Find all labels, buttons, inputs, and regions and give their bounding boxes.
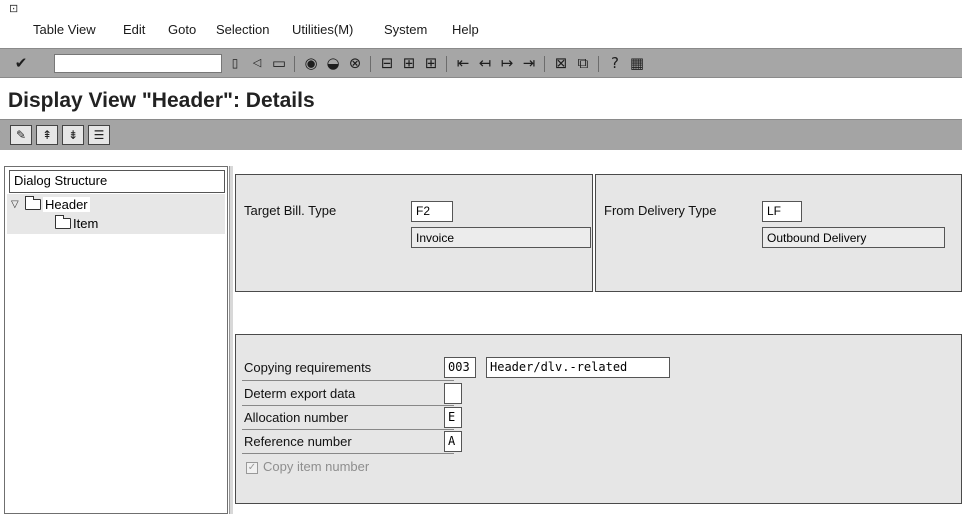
allocation-number-label: Allocation number <box>244 410 349 425</box>
copy-control-group: Copying requirements 003 Header/dlv.-rel… <box>235 334 962 504</box>
cancel-icon[interactable]: ⊗ <box>346 54 364 72</box>
application-toolbar: ✎ ⇞ ⇟ ☰ <box>0 119 962 150</box>
find-icon[interactable]: ⊞ <box>400 54 418 72</box>
target-bill-type-description: Invoice <box>411 227 591 248</box>
exit-icon[interactable]: ◒ <box>324 54 342 72</box>
last-page-icon[interactable]: ⇥ <box>520 54 538 72</box>
menu-bar: ⊡ Table View Edit Goto Selection Utiliti… <box>0 0 962 40</box>
variable-list-icon[interactable]: ☰ <box>88 125 110 145</box>
tree-item-label: Header <box>43 197 90 212</box>
dialog-structure-tree: ▽ Header Item <box>7 194 225 234</box>
from-delivery-type-field[interactable]: LF <box>762 201 802 222</box>
menu-system[interactable]: System <box>384 22 427 37</box>
first-page-icon[interactable]: ⇤ <box>454 54 472 72</box>
command-field[interactable] <box>54 54 222 73</box>
dialog-structure-title: Dialog Structure <box>9 170 225 193</box>
target-bill-type-label: Target Bill. Type <box>244 203 337 218</box>
page-title: Display View "Header": Details <box>8 89 315 112</box>
print-icon[interactable]: ⊟ <box>378 54 396 72</box>
system-menu-icon[interactable]: ⊡ <box>9 3 21 15</box>
previous-page-icon[interactable]: ↤ <box>476 54 494 72</box>
folder-open-icon <box>25 196 41 210</box>
save-icon[interactable]: ▭ <box>270 54 288 72</box>
folder-icon <box>55 215 71 229</box>
next-entry-icon[interactable]: ⇟ <box>62 125 84 145</box>
tree-item-label: Item <box>73 216 99 231</box>
from-delivery-type-description: Outbound Delivery <box>762 227 945 248</box>
find-next-icon[interactable]: ⊞ <box>422 54 440 72</box>
copying-requirements-description: Header/dlv.-related <box>486 357 670 378</box>
toolbar-separator <box>446 56 447 72</box>
system-toolbar: ✔ ▯ ◁ ▭ ◉ ◒ ⊗ ⊟ ⊞ ⊞ ⇤ ↤ ↦ ⇥ ⊠ ⧉ ? ▦ <box>0 48 962 78</box>
copy-item-number-label: Copy item number <box>263 459 370 474</box>
next-page-icon[interactable]: ↦ <box>498 54 516 72</box>
reference-number-label: Reference number <box>244 434 352 449</box>
export-data-label: Determ export data <box>244 386 356 401</box>
help-icon[interactable]: ? <box>606 54 624 72</box>
row-divider <box>242 380 454 381</box>
reference-number-field[interactable]: A <box>444 431 462 452</box>
menu-selection[interactable]: Selection <box>216 22 269 37</box>
toolbar-separator <box>598 56 599 72</box>
menu-utilities[interactable]: Utilities(M) <box>292 22 353 37</box>
new-session-icon[interactable]: ⊠ <box>552 54 570 72</box>
previous-entry-icon[interactable]: ⇞ <box>36 125 58 145</box>
collapse-icon[interactable]: ▽ <box>11 199 25 210</box>
back-arrow-icon[interactable]: ◁ <box>248 54 266 72</box>
from-delivery-type-label: From Delivery Type <box>604 203 717 218</box>
menu-goto[interactable]: Goto <box>168 22 196 37</box>
toolbar-separator <box>544 56 545 72</box>
copying-requirements-label: Copying requirements <box>244 360 372 375</box>
delivery-type-group: From Delivery Type LF Outbound Delivery <box>595 174 962 292</box>
details-area: Target Bill. Type F2 Invoice From Delive… <box>233 166 962 514</box>
toolbar-separator <box>294 56 295 72</box>
menu-table-view[interactable]: Table View <box>33 22 96 37</box>
display-change-icon[interactable]: ✎ <box>10 125 32 145</box>
menu-help[interactable]: Help <box>452 22 479 37</box>
allocation-number-field[interactable]: E <box>444 407 462 428</box>
tree-item-header[interactable]: ▽ Header <box>11 196 90 212</box>
enter-icon[interactable]: ✔ <box>12 54 30 72</box>
shortcut-icon[interactable]: ⧉ <box>574 54 592 72</box>
target-billing-group: Target Bill. Type F2 Invoice <box>235 174 593 292</box>
tree-item-item[interactable]: Item <box>55 215 99 231</box>
dropdown-icon[interactable]: ▯ <box>226 54 244 72</box>
export-data-field[interactable] <box>444 383 462 404</box>
row-divider <box>242 429 454 430</box>
layout-menu-icon[interactable]: ▦ <box>628 54 646 72</box>
copying-requirements-field[interactable]: 003 <box>444 357 476 378</box>
toolbar-separator <box>370 56 371 72</box>
dialog-structure-pane: Dialog Structure ▽ Header Item <box>4 166 228 514</box>
row-divider <box>242 453 454 454</box>
menu-edit[interactable]: Edit <box>123 22 145 37</box>
target-bill-type-field[interactable]: F2 <box>411 201 453 222</box>
back-icon[interactable]: ◉ <box>302 54 320 72</box>
row-divider <box>242 405 454 406</box>
copy-item-number-checkbox[interactable]: ✓ <box>246 462 258 474</box>
